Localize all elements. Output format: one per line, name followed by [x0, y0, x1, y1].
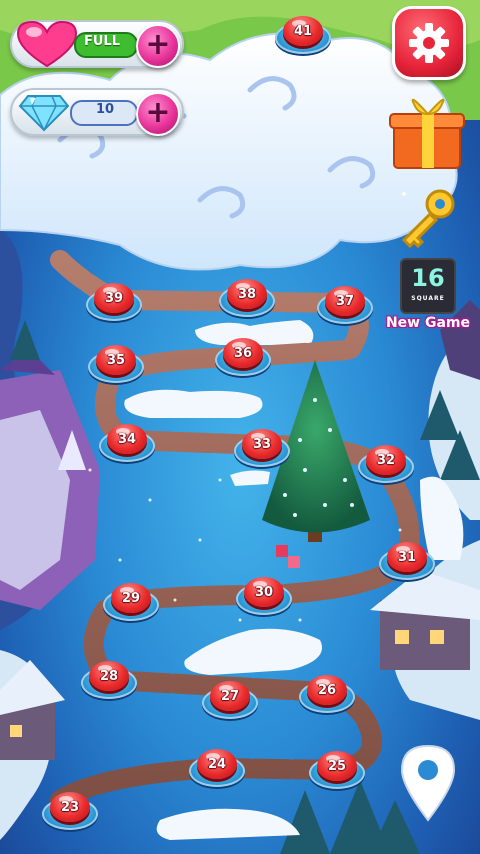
- key-icon: [401, 189, 455, 249]
- game-map: 41 39 38 37 35 36 34 33 32 31 29 30 28 27 26 24 25 23 FUL…: [0, 0, 480, 854]
- level-30-button[interactable]: 30: [236, 577, 292, 617]
- level-35-button[interactable]: 35: [88, 345, 144, 385]
- level-number: 32: [376, 453, 396, 468]
- level-32-button[interactable]: 32: [358, 445, 414, 485]
- level-29-button[interactable]: 29: [103, 583, 159, 623]
- level-27-button[interactable]: 27: [202, 681, 258, 721]
- promo-subtitle: SQUARE: [411, 295, 445, 302]
- level-number: 24: [207, 757, 227, 772]
- new-game-label[interactable]: New Game: [382, 315, 474, 331]
- level-24-button[interactable]: 24: [189, 749, 245, 789]
- level-number: 34: [117, 432, 137, 447]
- promo-game-icon[interactable]: 16 SQUARE: [400, 258, 456, 314]
- gift-icon: [389, 98, 465, 169]
- level-number: 38: [237, 287, 257, 302]
- level-number: 33: [252, 437, 272, 452]
- diamond-icon: [18, 95, 70, 132]
- level-36-button[interactable]: 36: [215, 338, 271, 378]
- promo-number: 16: [411, 264, 445, 292]
- level-31-button[interactable]: 31: [379, 542, 435, 582]
- add-lives-button[interactable]: +: [136, 24, 180, 68]
- level-number: 29: [121, 591, 141, 606]
- level-number: 41: [293, 24, 313, 39]
- level-number: 25: [327, 759, 347, 774]
- map-pin-button[interactable]: [396, 742, 460, 822]
- level-number: 31: [397, 550, 417, 565]
- level-25-button[interactable]: 25: [309, 751, 365, 791]
- level-38-button[interactable]: 38: [219, 279, 275, 319]
- key-button[interactable]: [396, 186, 460, 250]
- add-gems-button[interactable]: +: [136, 92, 180, 136]
- gift-button[interactable]: [388, 92, 468, 172]
- level-33-button[interactable]: 33: [234, 429, 290, 469]
- level-37-button[interactable]: 37: [317, 286, 373, 326]
- heart-icon: [16, 20, 78, 68]
- level-number: 35: [106, 353, 126, 368]
- level-26-button[interactable]: 26: [299, 675, 355, 715]
- level-number: 26: [317, 683, 337, 698]
- map-pin-icon: [400, 744, 456, 822]
- settings-button[interactable]: [392, 6, 466, 80]
- gear-icon: [409, 23, 449, 63]
- level-34-button[interactable]: 34: [99, 424, 155, 464]
- level-39-button[interactable]: 39: [86, 283, 142, 323]
- gems-bar: 10 +: [10, 88, 184, 136]
- level-41-button[interactable]: 41: [275, 16, 331, 56]
- level-28-button[interactable]: 28: [81, 661, 137, 701]
- level-number: 30: [254, 585, 274, 600]
- level-number: 23: [60, 800, 80, 815]
- level-number: 28: [99, 669, 119, 684]
- level-number: 27: [220, 689, 240, 704]
- gems-value: 10: [96, 102, 115, 117]
- lives-value: FULL: [84, 34, 121, 49]
- level-number: 36: [233, 346, 253, 361]
- level-23-button[interactable]: 23: [42, 792, 98, 832]
- lives-bar: FULL +: [10, 20, 184, 68]
- level-number: 39: [104, 291, 124, 306]
- level-number: 37: [335, 294, 355, 309]
